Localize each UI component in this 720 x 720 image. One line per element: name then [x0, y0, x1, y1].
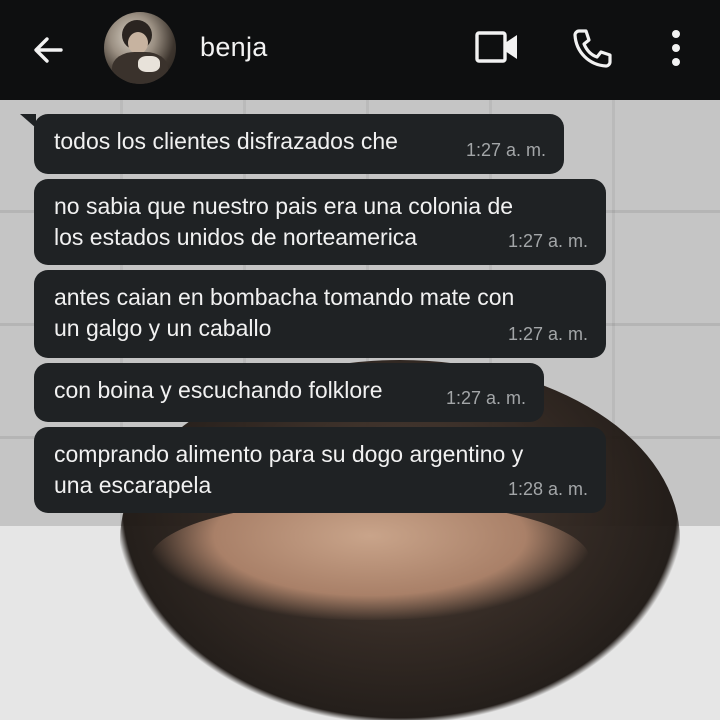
message-text: comprando alimento para su dogo argentin… [54, 441, 524, 498]
message-bubble[interactable]: no sabia que nuestro pais era una coloni… [34, 179, 606, 265]
more-options-button[interactable] [662, 28, 690, 68]
message-text: antes caian en bombacha tomando mate con… [54, 284, 515, 341]
message-bubble[interactable]: comprando alimento para su dogo argentin… [34, 427, 606, 513]
message-bubble[interactable]: con boina y escuchando folklore 1:27 a. … [34, 363, 544, 422]
contact-name[interactable]: benja [200, 32, 268, 63]
message-bubble[interactable]: antes caian en bombacha tomando mate con… [34, 270, 606, 358]
wallpaper-photo-face [150, 500, 590, 620]
avatar[interactable] [104, 12, 176, 84]
message-text: no sabia que nuestro pais era una coloni… [54, 193, 514, 250]
message-time: 1:28 a. m. [507, 479, 588, 499]
message-time: 1:27 a. m. [465, 140, 546, 160]
phone-icon [573, 29, 612, 68]
message-time: 1:27 a. m. [445, 388, 526, 408]
chat-header: benja [0, 0, 720, 100]
more-vertical-icon [672, 30, 680, 66]
message-time: 1:27 a. m. [507, 231, 588, 251]
video-camera-icon [475, 31, 517, 63]
video-call-button[interactable] [474, 30, 520, 64]
arrow-left-icon [34, 37, 63, 63]
message-bubble[interactable]: todos los clientes disfrazados che 1:27 … [34, 114, 564, 174]
voice-call-button[interactable] [570, 26, 614, 70]
back-button[interactable] [28, 30, 68, 70]
message-time: 1:27 a. m. [507, 324, 588, 344]
